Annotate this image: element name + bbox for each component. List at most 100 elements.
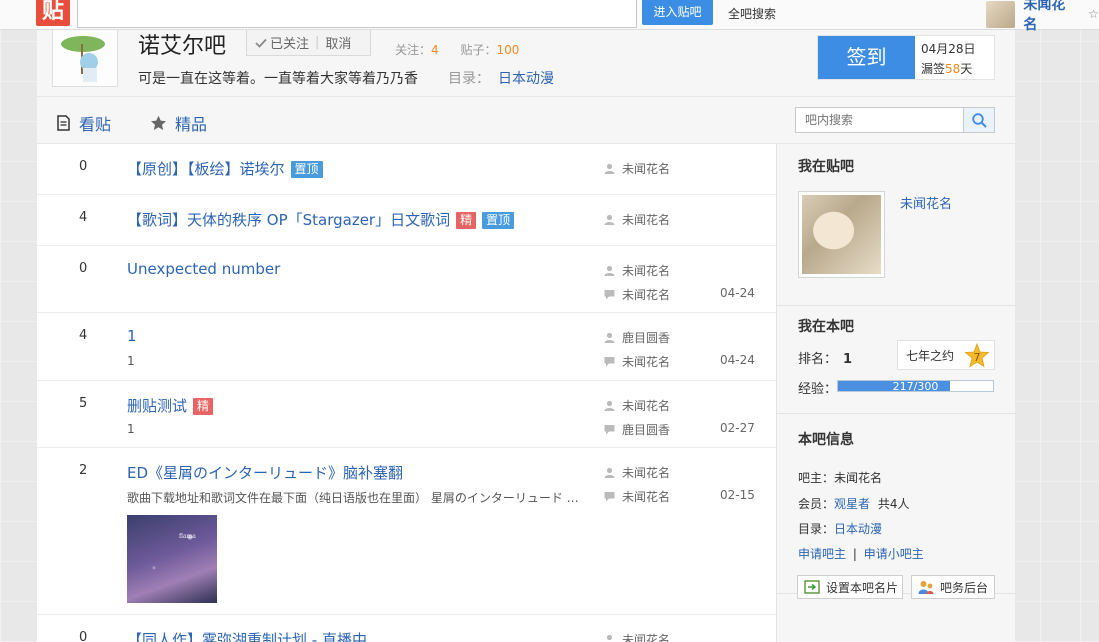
last-reply-date: 02-15 [720,488,755,502]
thread-row[interactable]: 4 【歌词】天体的秩序 OP「Stargazer」日文歌词精置顶 未闻花名 [37,195,776,246]
my-tieba-title: 我在贴吧 [798,159,854,175]
global-search-button[interactable]: 全吧搜索 [728,5,776,22]
profile-username[interactable]: 未闻花名 [900,193,952,212]
thread-row[interactable]: 5 删贴测试精 1 未闻花名 鹿目圆香 02-27 [37,381,776,448]
comment-icon [604,492,615,502]
last-reply-author[interactable]: 未闻花名 [604,286,670,303]
tab-threads[interactable]: 看贴 [56,111,111,135]
user-icon [604,332,615,343]
reply-count: 2 [79,463,88,478]
last-reply-author[interactable]: 未闻花名 [604,353,670,370]
thread-title-text[interactable]: 删贴测试 [127,397,187,415]
forum-avatar[interactable] [52,30,118,87]
author-name[interactable]: 未闻花名 [622,464,670,481]
top-bar: 贴 进入贴吧 全吧搜索 未闻花名 ☆ [0,0,1099,33]
my-forum-title: 我在本吧 [798,319,854,335]
thread-title[interactable]: 【原创】【板绘】诺埃尔 置顶 [127,158,323,179]
good-badge: 精 [456,212,477,229]
level-badge[interactable]: 七年之约 7 [897,340,995,370]
apply-small-owner-link[interactable]: 申请小吧主 [864,547,924,561]
author-name[interactable]: 鹿目圆香 [622,329,670,346]
admin-icon [918,580,934,594]
thread-thumbnail[interactable]: flama [127,515,217,603]
thread-title-text[interactable]: 【原创】【板绘】诺埃尔 [127,160,285,178]
apply-owner-link[interactable]: 申请吧主 [798,547,846,561]
user-icon [604,163,615,174]
user-icon [604,400,615,411]
thread-title[interactable]: 【歌词】天体的秩序 OP「Stargazer」日文歌词精置顶 [127,209,515,230]
author-name[interactable]: 未闻花名 [622,211,670,228]
thread-row[interactable]: 0 Unexpected number 未闻花名 未闻花名 04-24 [37,246,776,313]
settings-icon[interactable]: ☆ [1088,7,1099,21]
admin-panel-label: 吧务后台 [940,580,989,595]
unfollow-button[interactable]: 取消 [325,33,351,52]
document-icon [57,115,70,131]
thread-author[interactable]: 未闻花名 [604,631,670,642]
user-menu[interactable]: 未闻花名 ☆ [986,0,1099,33]
thread-author[interactable]: 未闻花名 [604,211,670,228]
thread-author[interactable]: 未闻花名 [604,160,670,177]
follow-status[interactable]: 已关注 | 取消 [246,30,371,56]
thread-row[interactable]: 0 【同人作】雾弥湖重制计划 - 直播中 未闻花名 [37,615,776,642]
logo-text: 贴 [42,0,64,24]
thumbnail-caption: flama [179,533,196,540]
tieba-logo[interactable]: 贴 [36,0,70,26]
username-link[interactable]: 未闻花名 [1023,0,1078,34]
follow-divider: | [315,35,320,50]
level-star-icon: 7 [964,343,990,368]
last-reply-name[interactable]: 鹿目圆香 [622,421,670,438]
inner-search-button[interactable] [963,108,994,132]
star-icon [151,115,166,130]
profile-avatar[interactable] [798,191,885,278]
catalog-info-link[interactable]: 日本动漫 [834,522,882,536]
member-link[interactable]: 观星者 [834,497,870,511]
inner-search-input[interactable] [796,108,963,132]
last-reply-name[interactable]: 未闻花名 [622,353,670,370]
search-icon [971,112,987,128]
user-icon [606,634,613,641]
thread-title[interactable]: Unexpected number [127,260,280,278]
thread-title[interactable]: ED《星屑のインターリュード》脑补塞翻 [127,462,403,483]
author-name[interactable]: 未闻花名 [622,631,670,642]
tab-good[interactable]: 精品 [150,111,207,135]
forum-name: 诺艾尔吧 [138,34,227,59]
good-badge: 精 [193,398,214,415]
follow-count: 4 [431,43,439,57]
forum-tabs: 看贴 精品 [37,97,1015,144]
thread-author[interactable]: 未闻花名 [604,464,670,481]
thread-author[interactable]: 未闻花名 [604,397,670,414]
main-search-input[interactable] [77,0,637,28]
reply-count: 0 [79,261,88,276]
reply-count: 4 [79,210,88,225]
thread-author[interactable]: 未闻花名 [604,262,670,279]
author-name[interactable]: 未闻花名 [622,397,670,414]
thread-title-text[interactable]: 【歌词】天体的秩序 OP「Stargazer」日文歌词 [127,211,450,229]
user-avatar[interactable] [986,0,1016,28]
set-card-button[interactable]: 设置本吧名片 [797,575,903,599]
tab-threads-label: 看贴 [79,115,112,134]
missed-days: 58 [945,62,961,76]
thread-title[interactable]: 1 [127,327,137,345]
last-reply-author[interactable]: 鹿目圆香 [604,421,670,438]
thread-row[interactable]: 4 1 1 鹿目圆香 未闻花名 04-24 [37,313,776,381]
thread-title[interactable]: 删贴测试精 [127,395,214,416]
thread-row[interactable]: 2 ED《星屑のインターリュード》脑补塞翻 歌曲下载地址和歌词文件在最下面（纯日… [37,448,776,615]
catalog-prefix: 目录： [798,522,835,536]
signin-panel: 签到 04月28日 漏签58天 [817,35,995,80]
enter-forum-button[interactable]: 进入贴吧 [642,0,713,25]
thread-row[interactable]: 0 【原创】【板绘】诺埃尔 置顶 未闻花名 [37,144,776,195]
signin-button[interactable]: 签到 [818,36,915,79]
rank-row: 排名： 1 [798,348,852,367]
author-name[interactable]: 未闻花名 [622,262,670,279]
thread-author[interactable]: 鹿目圆香 [604,329,670,346]
member-count: 共4人 [877,497,910,511]
admin-panel-button[interactable]: 吧务后台 [911,575,995,599]
inner-search [795,107,995,133]
last-reply-name[interactable]: 未闻花名 [622,286,670,303]
thread-title[interactable]: 【同人作】雾弥湖重制计划 - 直播中 [127,629,367,642]
last-reply-author[interactable]: 未闻花名 [604,488,670,505]
author-name[interactable]: 未闻花名 [622,160,670,177]
last-reply-name[interactable]: 未闻花名 [622,488,670,505]
reply-count: 5 [79,396,88,411]
catalog-link[interactable]: 日本动漫 [498,71,554,87]
